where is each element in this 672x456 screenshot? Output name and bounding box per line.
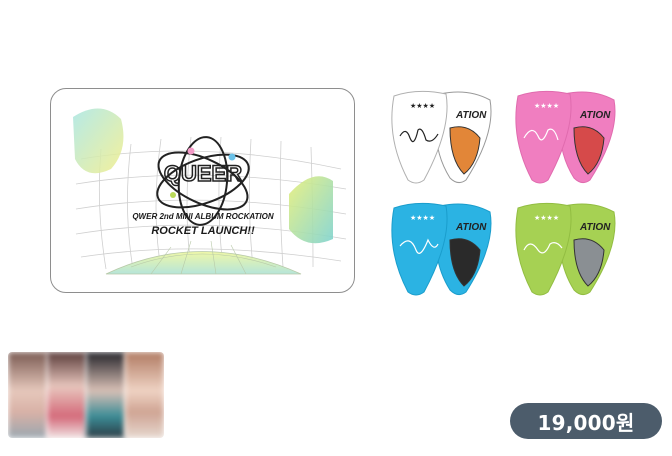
photocard-2[interactable]: [47, 352, 86, 438]
guitar-pick-set-blue: ATION ★★★★: [388, 200, 498, 300]
product-card-image: QUEER QWER 2nd MINI ALBUM ROCKATION ROCK…: [50, 88, 355, 293]
svg-text:ATION: ATION: [579, 222, 611, 233]
logo-text: QUEER: [164, 161, 242, 186]
globe-graphic: [105, 251, 302, 275]
card-subtitle: QWER 2nd MINI ALBUM ROCKATION: [132, 212, 274, 221]
pick-stars: ★★★★: [410, 102, 435, 110]
guitar-pick-set-white: ATION ★★★★: [388, 88, 498, 188]
svg-text:ATION: ATION: [455, 110, 487, 121]
guitar-pick-set-green: ATION ★★★★: [512, 200, 622, 300]
svg-text:ATION: ATION: [455, 222, 487, 233]
photocard-3[interactable]: [86, 352, 125, 438]
card-artwork: QUEER QWER 2nd MINI ALBUM ROCKATION ROCK…: [73, 108, 347, 275]
photocard-thumbnails[interactable]: [8, 352, 164, 438]
pick-stars: ★★★★: [410, 214, 435, 222]
price-text: 19,000원: [537, 410, 635, 435]
price-badge: 19,000원: [510, 403, 662, 439]
gradient-blob: [289, 176, 333, 244]
guitar-pick-set-pink: ATION ★★★★: [512, 88, 622, 188]
pick-stars: ★★★★: [534, 102, 559, 110]
pick-stars: ★★★★: [534, 214, 559, 222]
photocard-4[interactable]: [125, 352, 164, 438]
photocard-1[interactable]: [8, 352, 47, 438]
svg-text:ATION: ATION: [579, 110, 611, 121]
card-title: ROCKET LAUNCH!!: [151, 225, 255, 237]
gradient-blob: [73, 108, 124, 174]
